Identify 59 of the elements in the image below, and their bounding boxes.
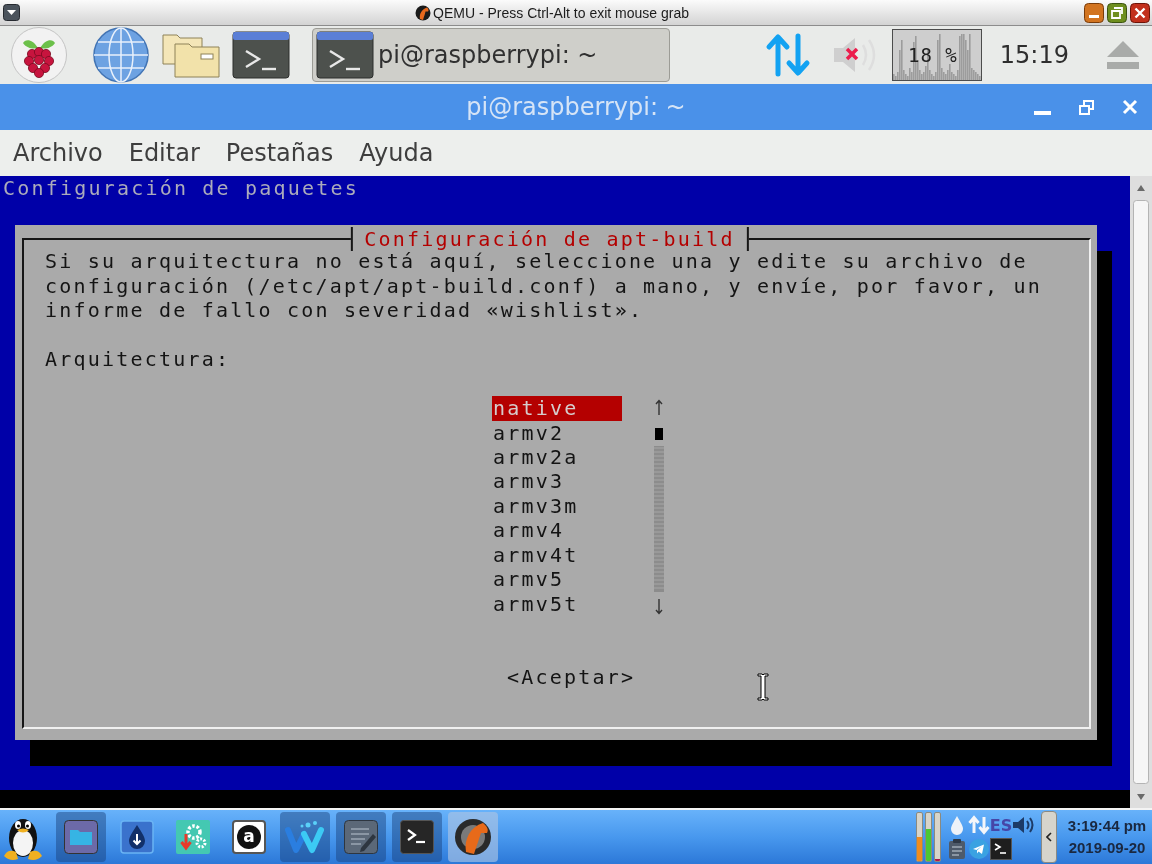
- clipboard-icon[interactable]: [948, 838, 966, 860]
- collapse-button[interactable]: [1041, 811, 1057, 863]
- terminal-icon[interactable]: [232, 31, 290, 79]
- taskbar-app-button[interactable]: [448, 812, 498, 862]
- up-down-arrows-icon[interactable]: [764, 33, 811, 77]
- terminal-icon: [316, 31, 374, 79]
- list-option[interactable]: armv4: [492, 518, 622, 543]
- note-pencil-icon: [344, 820, 378, 854]
- w-wave-icon: [284, 820, 326, 854]
- speaker-icon[interactable]: [1012, 815, 1034, 835]
- terminal-icon: [400, 820, 434, 854]
- taskbar-app-button[interactable]: [392, 812, 442, 862]
- list-option[interactable]: armv2: [492, 420, 622, 445]
- list-option[interactable]: armv3m: [492, 493, 622, 519]
- menu-item[interactable]: Archivo: [0, 139, 116, 167]
- accept-button[interactable]: <Aceptar>: [507, 664, 636, 690]
- clock-time[interactable]: 3:19:44 pm: [1067, 815, 1147, 837]
- taskbar-window-button[interactable]: pi@raspberrypi: ~: [312, 28, 670, 82]
- taskbar-app-button[interactable]: [56, 812, 106, 862]
- dialog-message: Si su arquitectura no está aquí, seleccione una y edite su archivo de configuración (/etc/apt/apt-build.conf) a mano, y envíe, por favor, un informe de fallo con severidad «wishlist».: [45, 249, 1043, 323]
- globe-icon[interactable]: [92, 26, 150, 84]
- drop-icon[interactable]: [950, 815, 964, 835]
- clock-date[interactable]: 2019-09-20: [1068, 837, 1146, 859]
- paper-plane-icon[interactable]: [969, 839, 989, 859]
- dropdown-icon[interactable]: [3, 4, 20, 21]
- terminal-icon[interactable]: [990, 838, 1012, 860]
- bird-logo-icon: [415, 4, 432, 21]
- letter-a-icon: a: [232, 820, 266, 854]
- download-drop-icon: [120, 820, 154, 854]
- close-icon[interactable]: [1130, 2, 1150, 23]
- maximize-icon[interactable]: [1107, 2, 1127, 23]
- menu-item[interactable]: Editar: [115, 139, 213, 167]
- dialog-prompt: Arquitectura:: [45, 347, 231, 372]
- bird-logo-icon: [453, 817, 493, 857]
- menu-item[interactable]: Pestañas: [212, 139, 347, 167]
- cpu-reading: 18 %: [907, 44, 958, 66]
- restore-icon[interactable]: [1079, 99, 1094, 115]
- text-cursor-icon: [757, 673, 769, 701]
- backtitle-text: Configuración de paquetes: [3, 176, 360, 201]
- raspberry-icon[interactable]: [10, 26, 68, 84]
- folder-icon: [64, 820, 98, 854]
- dialog-title: Configuración de apt-build: [350, 226, 749, 252]
- list-option[interactable]: armv2a: [492, 444, 622, 470]
- window-title: QEMU - Press Ctrl-Alt to exit mouse grab: [433, 4, 689, 21]
- gears-icon: [176, 820, 210, 854]
- list-option[interactable]: armv5t: [492, 591, 622, 616]
- list-option[interactable]: armv5: [492, 567, 622, 592]
- list-option[interactable]: armv3: [492, 469, 622, 494]
- scrollbar[interactable]: [1130, 176, 1152, 808]
- chevron-left-icon: [1046, 832, 1052, 842]
- menu-item[interactable]: Ayuda: [346, 139, 447, 167]
- list-option[interactable]: armv4t: [492, 542, 622, 568]
- minimize-icon[interactable]: [1084, 2, 1104, 23]
- cpu-usage-graph[interactable]: [891, 29, 982, 81]
- window-title: pi@raspberrypi: ~: [466, 93, 686, 121]
- list-option[interactable]: native: [492, 396, 622, 421]
- clock[interactable]: 15:19: [999, 41, 1069, 69]
- taskbar-app-button[interactable]: a: [224, 812, 274, 862]
- taskbar-app-button[interactable]: [336, 812, 386, 862]
